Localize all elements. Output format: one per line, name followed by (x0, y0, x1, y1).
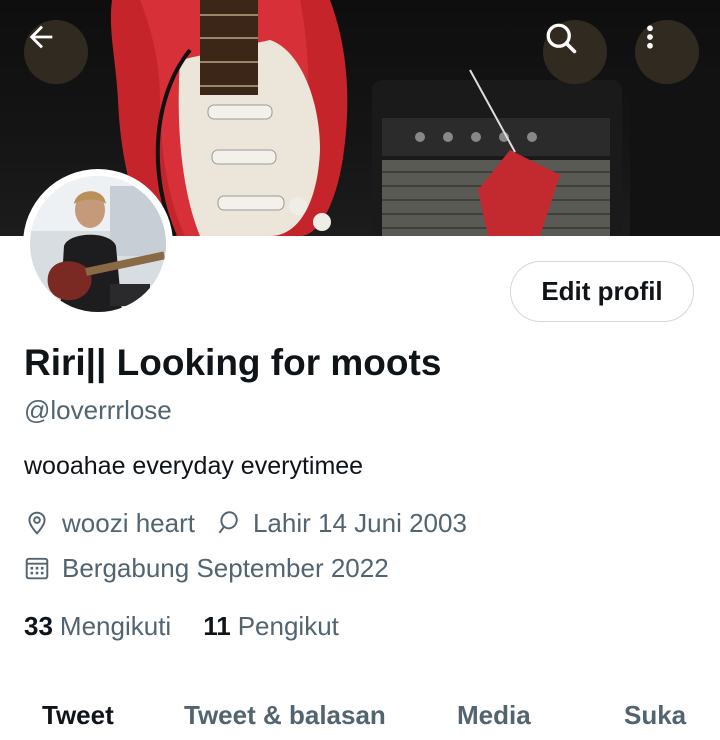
avatar[interactable] (23, 169, 173, 319)
search-button[interactable] (543, 20, 607, 84)
following-count: 33 (24, 611, 53, 641)
location-icon (24, 510, 50, 536)
tab-tweet[interactable]: Tweet (42, 700, 114, 731)
calendar-icon (24, 555, 50, 581)
followers-label: Pengikut (237, 611, 339, 641)
more-options-button[interactable] (635, 20, 699, 84)
profile-joined-row: Bergabung September 2022 (24, 552, 389, 584)
tab-likes[interactable]: Suka (624, 700, 686, 731)
more-vertical-icon (647, 25, 653, 49)
profile-tabs: Tweet Tweet & balasan Media Suka (0, 690, 720, 740)
profile-birthday: Lahir 14 Juni 2003 (252, 507, 467, 538)
tab-tweets-and-replies[interactable]: Tweet & balasan (184, 700, 386, 731)
profile-joined-date: Bergabung September 2022 (62, 552, 389, 583)
follow-stats: 33 Mengikuti 11 Pengikut (24, 611, 339, 642)
profile-bio: wooahae everyday everytimee (24, 452, 364, 480)
avatar-image (30, 176, 166, 312)
profile-location: woozi heart (62, 507, 195, 538)
display-name: Riri|| Looking for moots (24, 342, 442, 383)
search-icon (546, 23, 577, 54)
username-handle: @loverrrlose (24, 395, 172, 425)
following-label: Mengikuti (59, 611, 172, 641)
followers-link[interactable]: 11 Pengikut (203, 611, 339, 642)
arrow-left-icon (29, 25, 53, 49)
tab-media[interactable]: Media (457, 700, 531, 731)
back-button[interactable] (24, 20, 88, 84)
edit-profile-button[interactable]: Edit profil (510, 261, 694, 322)
profile-meta-row: woozi heart Lahir 14 Juni 2003 (24, 507, 467, 539)
balloon-icon (215, 510, 241, 536)
following-link[interactable]: 33 Mengikuti (24, 611, 171, 642)
followers-count: 11 (203, 611, 231, 641)
